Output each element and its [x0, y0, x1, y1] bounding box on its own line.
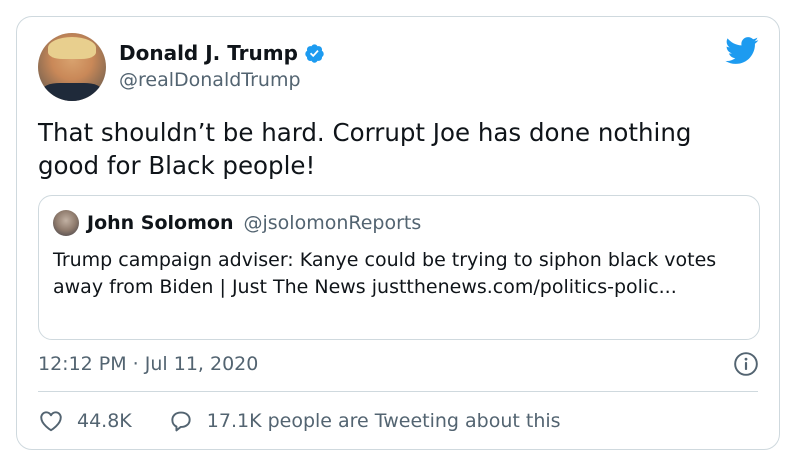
tweet-actions: 44.8K 17.1K people are Tweeting about th…	[38, 406, 561, 436]
info-icon[interactable]	[733, 351, 759, 377]
tweet-timestamp[interactable]: 12:12 PM · Jul 11, 2020	[38, 353, 258, 375]
verified-badge-icon	[305, 43, 324, 63]
author-name-row: Donald J. Trump	[119, 41, 325, 65]
twitter-bird-icon[interactable]	[725, 37, 759, 65]
author-avatar[interactable]	[38, 33, 106, 101]
speech-bubble-icon[interactable]	[168, 408, 194, 434]
quoted-tweet-text: Trump campaign adviser: Kanye could be t…	[53, 249, 717, 298]
quoted-author-handle: @jsolomonReports	[243, 212, 422, 234]
tweet-text: That shouldn’t be hard. Corrupt Joe has …	[38, 118, 692, 180]
author-handle[interactable]: @realDonaldTrump	[119, 69, 301, 91]
like-count: 44.8K	[77, 410, 132, 432]
quoted-author-name: John Solomon	[87, 212, 234, 234]
quoted-author-avatar	[53, 210, 79, 236]
tweeting-action[interactable]: 17.1K people are Tweeting about this	[168, 408, 561, 434]
heart-icon[interactable]	[38, 408, 64, 434]
tweeting-count: 17.1K people are Tweeting about this	[206, 410, 561, 432]
tweet-card[interactable]: Donald J. Trump @realDonaldTrump That sh…	[16, 16, 780, 450]
like-action[interactable]: 44.8K	[38, 408, 132, 434]
quoted-tweet-header: John Solomon @jsolomonReports	[53, 210, 421, 236]
divider	[38, 391, 758, 392]
quoted-tweet[interactable]: John Solomon @jsolomonReports Trump camp…	[38, 195, 760, 340]
author-name[interactable]: Donald J. Trump	[119, 41, 298, 65]
